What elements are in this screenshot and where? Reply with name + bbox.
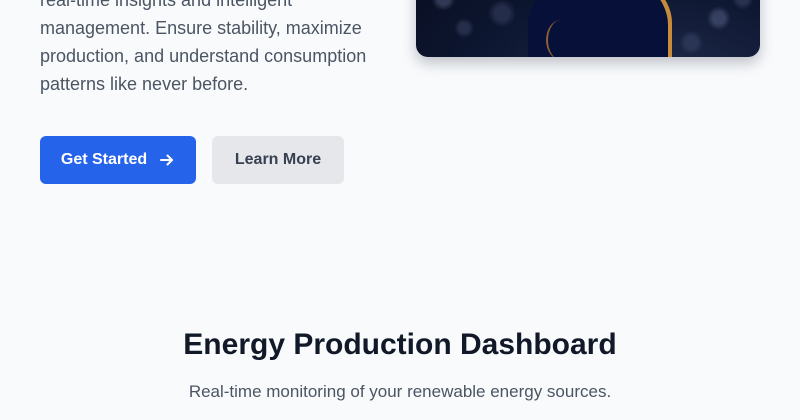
get-started-label: Get Started — [60, 151, 148, 168]
hero-description-line: real-time insights and intelligent — [40, 0, 293, 10]
hero-image-rim-light — [546, 20, 576, 57]
hero-description-line: management. Ensure stability, maximize — [40, 18, 362, 38]
learn-more-label: Learn More — [234, 151, 322, 168]
learn-more-button[interactable]: Learn More — [212, 136, 344, 184]
hero-description-line: production, and understand consumption — [40, 46, 367, 66]
hero-description: real-time insights and intelligent manag… — [40, 0, 380, 98]
dashboard-title: Energy Production Dashboard — [183, 328, 617, 361]
hero-description-line: patterns like never before. — [40, 74, 249, 94]
get-started-button[interactable]: Get Started — [40, 136, 196, 184]
dashboard-subtitle: Real-time monitoring of your renewable e… — [188, 382, 612, 401]
arrow-right-icon — [160, 154, 174, 166]
hero-image — [416, 0, 760, 57]
